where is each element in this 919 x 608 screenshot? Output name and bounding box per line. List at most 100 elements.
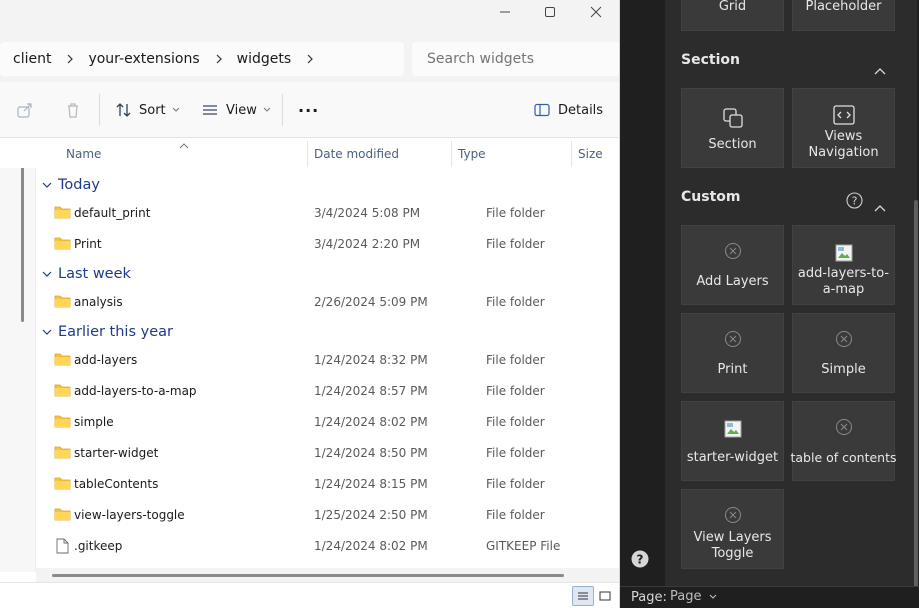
section-icon xyxy=(722,107,744,129)
breadcrumb-item-widgets[interactable]: widgets xyxy=(237,51,292,67)
widget-tile-placeholder[interactable]: Placeholder xyxy=(792,0,895,31)
chevron-up-icon[interactable] xyxy=(874,197,886,216)
svg-text:?: ? xyxy=(637,553,644,567)
delete-icon[interactable] xyxy=(64,82,82,138)
svg-text:?: ? xyxy=(852,195,858,208)
widget-tile-views-navigation[interactable]: Views Navigation xyxy=(792,88,895,168)
chevron-down-icon xyxy=(263,107,271,113)
file-row[interactable]: view-layers-toggle 1/25/2024 2:50 PM Fil… xyxy=(36,500,619,531)
file-row[interactable]: starter-widget 1/24/2024 8:50 PM File fo… xyxy=(36,438,619,469)
file-name: tableContents xyxy=(74,477,159,491)
details-label: Details xyxy=(558,102,604,118)
page-dropdown[interactable]: Page xyxy=(670,589,717,604)
file-type: File folder xyxy=(486,384,545,398)
page-dropdown-value: Page xyxy=(670,589,702,604)
widget-tile-print[interactable]: Print xyxy=(681,313,784,393)
file-date: 1/24/2024 8:57 PM xyxy=(314,384,428,398)
sort-label: Sort xyxy=(139,102,166,118)
file-type: File folder xyxy=(486,415,545,429)
widget-tile-section[interactable]: Section xyxy=(681,88,784,168)
file-row[interactable]: simple 1/24/2024 8:02 PM File folder xyxy=(36,407,619,438)
broken-x-icon xyxy=(835,330,853,348)
maximize-icon[interactable] xyxy=(527,0,573,24)
title-bar xyxy=(0,0,619,36)
horizontal-scrollbar[interactable] xyxy=(52,574,564,577)
file-name: starter-widget xyxy=(74,446,159,460)
column-header-name[interactable]: Name xyxy=(66,147,101,161)
panel-scrollbar[interactable] xyxy=(914,200,918,590)
tiles-view-icon[interactable] xyxy=(594,586,616,606)
folder-icon xyxy=(54,507,71,521)
file-row[interactable]: .gitkeep 1/24/2024 8:02 PM GITKEEP File xyxy=(36,531,619,562)
column-divider[interactable] xyxy=(571,141,572,167)
folder-icon xyxy=(54,383,71,397)
chevron-down-icon xyxy=(42,271,54,278)
folder-icon xyxy=(54,352,71,366)
more-options-button[interactable]: ··· xyxy=(298,82,319,138)
widget-tile-add-layers[interactable]: Add Layers xyxy=(681,225,784,305)
file-row[interactable]: analysis 2/26/2024 5:09 PM File folder xyxy=(36,287,619,318)
breadcrumb-item-your-extensions[interactable]: your-extensions xyxy=(88,51,199,67)
column-divider[interactable] xyxy=(451,141,452,167)
group-header-last-week[interactable]: Last week xyxy=(42,262,131,286)
broken-x-icon xyxy=(724,506,742,524)
chevron-right-icon[interactable] xyxy=(305,42,315,76)
widget-tile-label: View Layers Toggle xyxy=(693,530,772,561)
file-name: add-layers xyxy=(74,353,138,367)
group-header-today[interactable]: Today xyxy=(42,173,100,197)
sort-button[interactable]: Sort xyxy=(115,82,180,138)
folder-icon xyxy=(54,294,71,308)
column-header-type[interactable]: Type xyxy=(458,147,486,161)
file-row[interactable]: tableContents 1/24/2024 8:15 PM File fol… xyxy=(36,469,619,500)
widget-tile-add-layers-to-a-map[interactable]: add-layers-to-a-map xyxy=(792,225,895,305)
file-type: File folder xyxy=(486,353,545,367)
view-button[interactable]: View xyxy=(202,82,271,138)
chevron-up-icon[interactable] xyxy=(874,60,886,79)
column-header-date[interactable]: Date modified xyxy=(314,147,399,161)
file-type: File folder xyxy=(486,446,545,460)
page-selector-bar: Page: Page xyxy=(620,586,919,608)
file-name: analysis xyxy=(74,295,123,309)
column-header-size[interactable]: Size xyxy=(578,147,603,161)
widget-panel: Grid Placeholder Section Section Views N… xyxy=(620,0,919,608)
chevron-right-icon[interactable] xyxy=(65,42,75,76)
search-input[interactable] xyxy=(412,42,619,76)
widget-tile-view-layers-toggle[interactable]: View Layers Toggle xyxy=(681,489,784,569)
vertical-scrollbar[interactable] xyxy=(21,158,24,322)
chevron-down-icon xyxy=(709,594,717,600)
widget-tile-table-of-contents[interactable]: table of contents xyxy=(790,401,897,481)
file-row[interactable]: add-layers 1/24/2024 8:32 PM File folder xyxy=(36,345,619,376)
widget-tile-starter-widget[interactable]: starter-widget xyxy=(681,401,784,481)
widget-tile-label: Views Navigation xyxy=(808,129,879,160)
details-button[interactable]: Details xyxy=(534,82,603,138)
widget-tile-label: add-layers-to-a-map xyxy=(797,266,890,297)
chevron-right-icon[interactable] xyxy=(214,42,224,76)
minimize-icon[interactable] xyxy=(482,0,528,24)
widget-tile-simple[interactable]: Simple xyxy=(792,313,895,393)
widget-tile-grid[interactable]: Grid xyxy=(681,0,784,31)
help-icon[interactable]: ? xyxy=(846,192,863,213)
file-row[interactable]: Print 3/4/2024 2:20 PM File folder xyxy=(36,229,619,260)
column-divider[interactable] xyxy=(307,141,308,167)
details-view-icon[interactable] xyxy=(572,586,594,606)
share-icon[interactable] xyxy=(16,82,34,138)
breadcrumb[interactable]: client your-extensions widgets xyxy=(0,42,404,76)
close-icon[interactable] xyxy=(573,0,619,24)
file-name: .gitkeep xyxy=(74,539,123,553)
widget-tile-label: Section xyxy=(708,137,757,152)
broken-image-icon xyxy=(835,244,853,262)
help-icon[interactable]: ? xyxy=(631,550,649,572)
file-date: 1/24/2024 8:02 PM xyxy=(314,415,428,429)
navigation-pane xyxy=(0,138,36,572)
file-row[interactable]: add-layers-to-a-map 1/24/2024 8:57 PM Fi… xyxy=(36,376,619,407)
breadcrumb-item-client[interactable]: client xyxy=(13,51,51,67)
status-bar xyxy=(0,582,619,608)
group-header-earlier-this-year[interactable]: Earlier this year xyxy=(42,320,173,344)
file-name: default_print xyxy=(74,206,151,220)
file-name: view-layers-toggle xyxy=(74,508,185,522)
chevron-down-icon xyxy=(172,107,180,113)
file-type: File folder xyxy=(486,508,545,522)
address-bar: client your-extensions widgets xyxy=(0,36,619,82)
broken-x-icon xyxy=(724,242,742,260)
file-row[interactable]: default_print 3/4/2024 5:08 PM File fold… xyxy=(36,198,619,229)
